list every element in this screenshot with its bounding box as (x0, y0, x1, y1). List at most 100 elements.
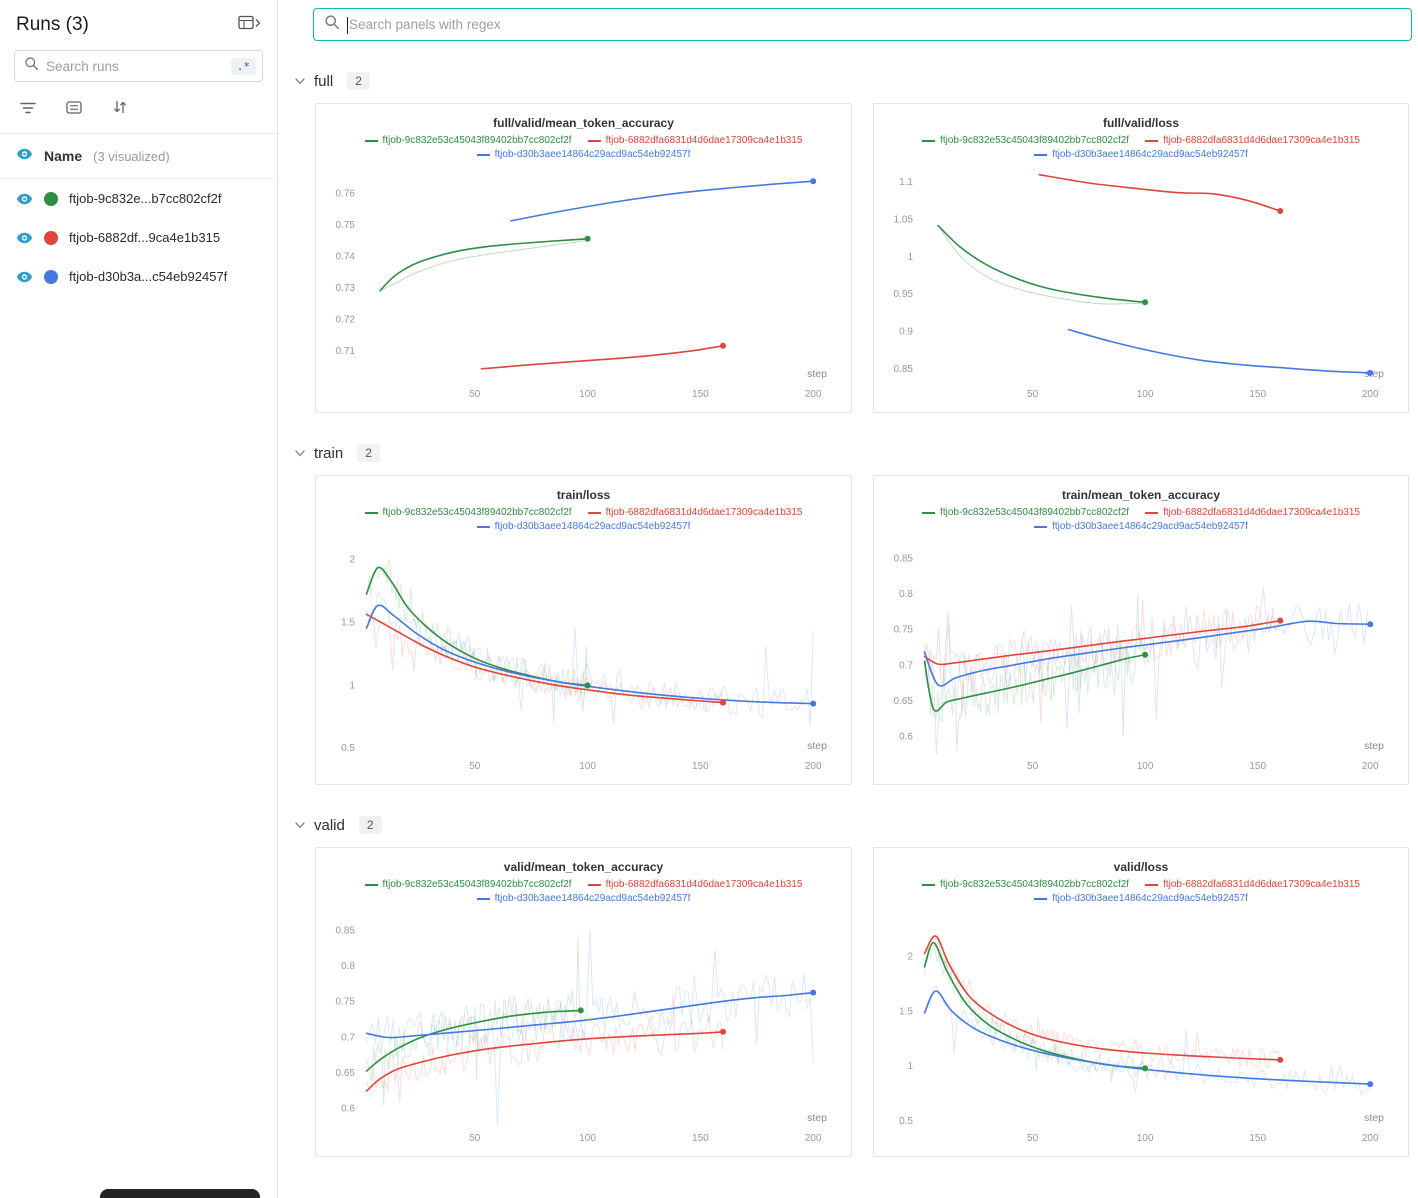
svg-text:200: 200 (805, 1133, 822, 1144)
chart-svg: 0.710.720.730.740.750.7650100150200step (322, 160, 845, 410)
legend-line-swatch (1034, 898, 1047, 900)
svg-text:1.5: 1.5 (341, 617, 355, 628)
panel-search-bar[interactable] (313, 8, 1412, 41)
svg-text:50: 50 (469, 389, 481, 400)
chart-panel[interactable]: full/valid/loss ftjob-9c832e53c45043f894… (873, 103, 1409, 413)
chart-plot[interactable]: 0.710.720.730.740.750.7650100150200step (322, 160, 845, 410)
panel-grid-train: train/loss ftjob-9c832e53c45043f89402bb7… (315, 475, 1409, 785)
chart-plot[interactable]: 0.511.5250100150200step (322, 532, 845, 782)
svg-text:150: 150 (692, 761, 709, 772)
svg-text:150: 150 (692, 389, 709, 400)
legend-entry: ftjob-6882dfa6831d4d6dae17309ca4e1b315 (1145, 507, 1360, 518)
svg-text:100: 100 (579, 761, 596, 772)
legend-line-swatch (922, 140, 935, 142)
svg-text:step: step (1364, 368, 1384, 380)
legend-entry: ftjob-6882dfa6831d4d6dae17309ca4e1b315 (588, 507, 803, 518)
svg-text:0.65: 0.65 (336, 1068, 356, 1079)
chart-legend: ftjob-9c832e53c45043f89402bb7cc802cf2f f… (880, 879, 1402, 904)
chart-legend: ftjob-9c832e53c45043f89402bb7cc802cf2f f… (322, 879, 845, 904)
chevron-down-icon[interactable] (295, 822, 305, 829)
columns-icon[interactable] (66, 101, 82, 119)
text-caret (347, 17, 348, 34)
svg-text:step: step (807, 1112, 827, 1124)
svg-text:200: 200 (1362, 761, 1379, 772)
svg-text:1: 1 (907, 252, 913, 263)
legend-line-swatch (1145, 884, 1158, 886)
section-count-badge: 2 (359, 816, 382, 834)
visibility-all-eye-icon[interactable] (16, 147, 33, 165)
chart-panel[interactable]: train/loss ftjob-9c832e53c45043f89402bb7… (315, 475, 852, 785)
svg-text:0.8: 0.8 (899, 589, 913, 600)
svg-text:150: 150 (1249, 1133, 1266, 1144)
legend-line-swatch (1034, 526, 1047, 528)
svg-text:100: 100 (579, 389, 596, 400)
chart-plot[interactable]: 0.60.650.70.750.80.8550100150200step (322, 904, 845, 1154)
chart-svg: 0.60.650.70.750.80.8550100150200step (880, 532, 1402, 782)
svg-text:0.85: 0.85 (336, 925, 356, 936)
runs-toolbar (0, 94, 277, 134)
chart-panel[interactable]: full/valid/mean_token_accuracy ftjob-9c8… (315, 103, 852, 413)
legend-line-swatch (365, 512, 378, 514)
chart-panel[interactable]: valid/mean_token_accuracy ftjob-9c832e53… (315, 847, 852, 1157)
chart-plot[interactable]: 0.850.90.9511.051.150100150200step (880, 160, 1402, 410)
section-name: valid (314, 817, 345, 834)
chart-legend: ftjob-9c832e53c45043f89402bb7cc802cf2f f… (880, 507, 1402, 532)
legend-line-swatch (588, 512, 601, 514)
section-header-train[interactable]: train 2 (295, 444, 1418, 462)
legend-entry: ftjob-6882dfa6831d4d6dae17309ca4e1b315 (1145, 135, 1360, 146)
filter-icon[interactable] (20, 101, 36, 119)
svg-text:0.75: 0.75 (336, 997, 356, 1008)
chevron-down-icon[interactable] (295, 78, 305, 85)
chart-title: full/valid/loss (880, 116, 1402, 130)
chart-legend: ftjob-9c832e53c45043f89402bb7cc802cf2f f… (322, 135, 845, 160)
svg-text:100: 100 (1137, 1133, 1154, 1144)
section-name: train (314, 445, 343, 462)
chart-title: full/valid/mean_token_accuracy (322, 116, 845, 130)
runs-list: ftjob-9c832e...b7cc802cf2f ftjob-6882df.… (0, 179, 277, 296)
svg-text:100: 100 (1137, 761, 1154, 772)
svg-text:0.85: 0.85 (894, 364, 914, 375)
run-visibility-eye-icon[interactable] (16, 271, 33, 283)
svg-text:0.65: 0.65 (894, 696, 914, 707)
legend-entry: ftjob-d30b3aee14864c29acd9ac54eb92457f (477, 149, 691, 160)
chart-title: valid/loss (880, 860, 1402, 874)
svg-text:0.8: 0.8 (341, 961, 355, 972)
search-icon (324, 14, 340, 35)
svg-text:200: 200 (1362, 1133, 1379, 1144)
svg-text:50: 50 (1027, 389, 1039, 400)
chart-svg: 0.511.5250100150200step (322, 532, 845, 782)
svg-text:0.76: 0.76 (336, 189, 356, 200)
legend-entry: ftjob-d30b3aee14864c29acd9ac54eb92457f (477, 521, 691, 532)
section-header-full[interactable]: full 2 (295, 72, 1418, 90)
run-row[interactable]: ftjob-9c832e...b7cc802cf2f (0, 179, 277, 218)
run-color-dot (44, 270, 58, 284)
regex-toggle[interactable]: .* (231, 58, 256, 75)
chart-plot[interactable]: 0.511.5250100150200step (880, 904, 1402, 1154)
run-color-dot (44, 192, 58, 206)
run-row[interactable]: ftjob-6882df...9ca4e1b315 (0, 218, 277, 257)
chart-svg: 0.60.650.70.750.80.8550100150200step (322, 904, 845, 1154)
chart-plot[interactable]: 0.60.650.70.750.80.8550100150200step (880, 532, 1402, 782)
sort-icon[interactable] (112, 100, 128, 119)
legend-entry: ftjob-d30b3aee14864c29acd9ac54eb92457f (1034, 893, 1248, 904)
svg-text:100: 100 (579, 1133, 596, 1144)
legend-line-swatch (1034, 154, 1047, 156)
runs-search-input[interactable] (46, 59, 224, 74)
run-name[interactable]: ftjob-6882df...9ca4e1b315 (69, 230, 220, 245)
runs-table-expand-icon[interactable] (238, 15, 261, 36)
run-visibility-eye-icon[interactable] (16, 232, 33, 244)
section-header-valid[interactable]: valid 2 (295, 816, 1418, 834)
run-name[interactable]: ftjob-9c832e...b7cc802cf2f (69, 191, 222, 206)
svg-text:0.6: 0.6 (341, 1104, 355, 1115)
chart-panel[interactable]: train/mean_token_accuracy ftjob-9c832e53… (873, 475, 1409, 785)
run-name[interactable]: ftjob-d30b3a...c54eb92457f (69, 269, 227, 284)
panel-search-input[interactable] (349, 17, 1401, 32)
run-visibility-eye-icon[interactable] (16, 193, 33, 205)
chart-title: train/loss (322, 488, 845, 502)
run-row[interactable]: ftjob-d30b3a...c54eb92457f (0, 257, 277, 296)
runs-search-box[interactable]: .* (14, 50, 263, 82)
chart-panel[interactable]: valid/loss ftjob-9c832e53c45043f89402bb7… (873, 847, 1409, 1157)
svg-text:0.95: 0.95 (894, 289, 914, 300)
runs-list-header: Name (3 visualized) (0, 134, 277, 179)
chevron-down-icon[interactable] (295, 450, 305, 457)
